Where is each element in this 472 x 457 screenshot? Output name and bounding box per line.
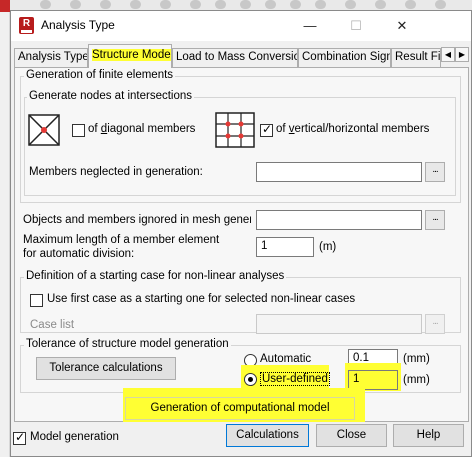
tab-strip: Analysis Types Structure Model Load to M… (11, 44, 471, 68)
tolerance-group-label: Tolerance of structure model generation (24, 338, 231, 350)
toolbar-icon (315, 0, 326, 9)
user-defined-radio[interactable] (244, 373, 257, 386)
tab-scroll-right-icon[interactable]: ▶ (455, 47, 469, 62)
grid-mesh-icon (215, 112, 255, 148)
members-neglected-browse-button[interactable]: ... (425, 162, 445, 182)
toolbar-icon (265, 0, 276, 9)
tab-structure-model-label: Structure Model (92, 49, 172, 61)
tab-combination-sign[interactable]: Combination Sign (298, 48, 391, 67)
background-left-panel (0, 10, 10, 457)
generate-computational-model-button[interactable]: Generation of computational model (125, 397, 355, 420)
tolerance-calculations-button[interactable]: Tolerance calculations (36, 357, 176, 380)
model-generation-label: Model generation (30, 431, 119, 443)
analysis-type-dialog: R Analysis Type — ☐ ✕ Analysis Types Str… (10, 10, 472, 457)
toolbar-icon (70, 0, 81, 9)
max-length-label-line1: Maximum length of a member element (23, 234, 220, 246)
toolbar-icon (40, 0, 51, 9)
model-generation-checkbox[interactable] (13, 430, 26, 445)
toolbar-icon (160, 0, 171, 9)
diagonal-members-checkbox[interactable] (72, 124, 85, 137)
case-list-browse-button: ... (425, 314, 445, 334)
user-defined-label: User-defined (260, 372, 330, 386)
nonlinear-group-label: Definition of a starting case for non-li… (24, 270, 287, 282)
toolbar-icon (100, 0, 111, 9)
case-list-label: Case list (30, 319, 75, 331)
tab-result-files[interactable]: Result Fi (391, 48, 441, 67)
title-bar[interactable]: R Analysis Type — ☐ ✕ (11, 11, 471, 41)
user-defined-tolerance-unit: (mm) (403, 374, 430, 386)
toolbar-icon (215, 0, 226, 9)
toolbar-icon (345, 0, 356, 9)
user-defined-tolerance-input[interactable]: 1 (348, 370, 398, 390)
close-icon[interactable]: ✕ (379, 11, 425, 41)
toolbar-icon (435, 0, 446, 9)
objects-ignored-input[interactable] (256, 210, 422, 230)
toolbar-icon (375, 0, 386, 9)
structure-model-panel: Generation of finite elements Generate n… (14, 67, 469, 422)
objects-ignored-browse-button[interactable]: ... (425, 210, 445, 230)
calculations-button[interactable]: Calculations (226, 424, 309, 447)
use-first-case-checkbox[interactable] (30, 294, 43, 307)
background-red-marker (0, 0, 10, 12)
members-neglected-input[interactable] (256, 162, 422, 182)
max-length-input[interactable]: 1 (256, 237, 314, 257)
maximize-icon: ☐ (350, 18, 362, 33)
automatic-label: Automatic (260, 353, 312, 365)
tab-analysis-types[interactable]: Analysis Types (14, 48, 88, 67)
tab-structure-model[interactable]: Structure Model (88, 44, 172, 68)
toolbar-icon (240, 0, 251, 9)
tab-load-to-mass-conversion[interactable]: Load to Mass Conversion (172, 48, 298, 67)
minimize-icon[interactable]: — (287, 11, 333, 41)
use-first-case-label: Use first case as a starting one for sel… (47, 293, 356, 305)
objects-ignored-label: Objects and members ignored in mesh gene… (23, 214, 251, 226)
members-neglected-label: Members neglected in generation: (29, 166, 203, 178)
diagonal-members-label: of diagonal members (88, 123, 196, 135)
tab-scroll-left-icon[interactable]: ◀ (441, 47, 455, 62)
max-length-unit: (m) (319, 241, 337, 253)
robot-app-icon: R (19, 17, 34, 34)
case-list-input (256, 314, 422, 334)
dialog-title: Analysis Type (41, 18, 115, 32)
toolbar-icon (190, 0, 201, 9)
toolbar-icon (130, 0, 141, 9)
close-button[interactable]: Close (316, 424, 387, 447)
vertical-horizontal-members-label: of vertical/horizontal members (276, 123, 430, 135)
toolbar-icon (290, 0, 301, 9)
help-button[interactable]: Help (393, 424, 464, 447)
automatic-tolerance-unit: (mm) (403, 353, 430, 365)
generation-group-label: Generation of finite elements (24, 69, 176, 81)
background-toolbar (0, 0, 472, 10)
vertical-horizontal-members-checkbox[interactable] (260, 122, 273, 137)
max-length-label-line2: for automatic division: (23, 248, 135, 260)
generate-nodes-label: Generate nodes at intersections (27, 90, 195, 102)
toolbar-icon (405, 0, 416, 9)
diagonal-mesh-icon (28, 114, 60, 146)
